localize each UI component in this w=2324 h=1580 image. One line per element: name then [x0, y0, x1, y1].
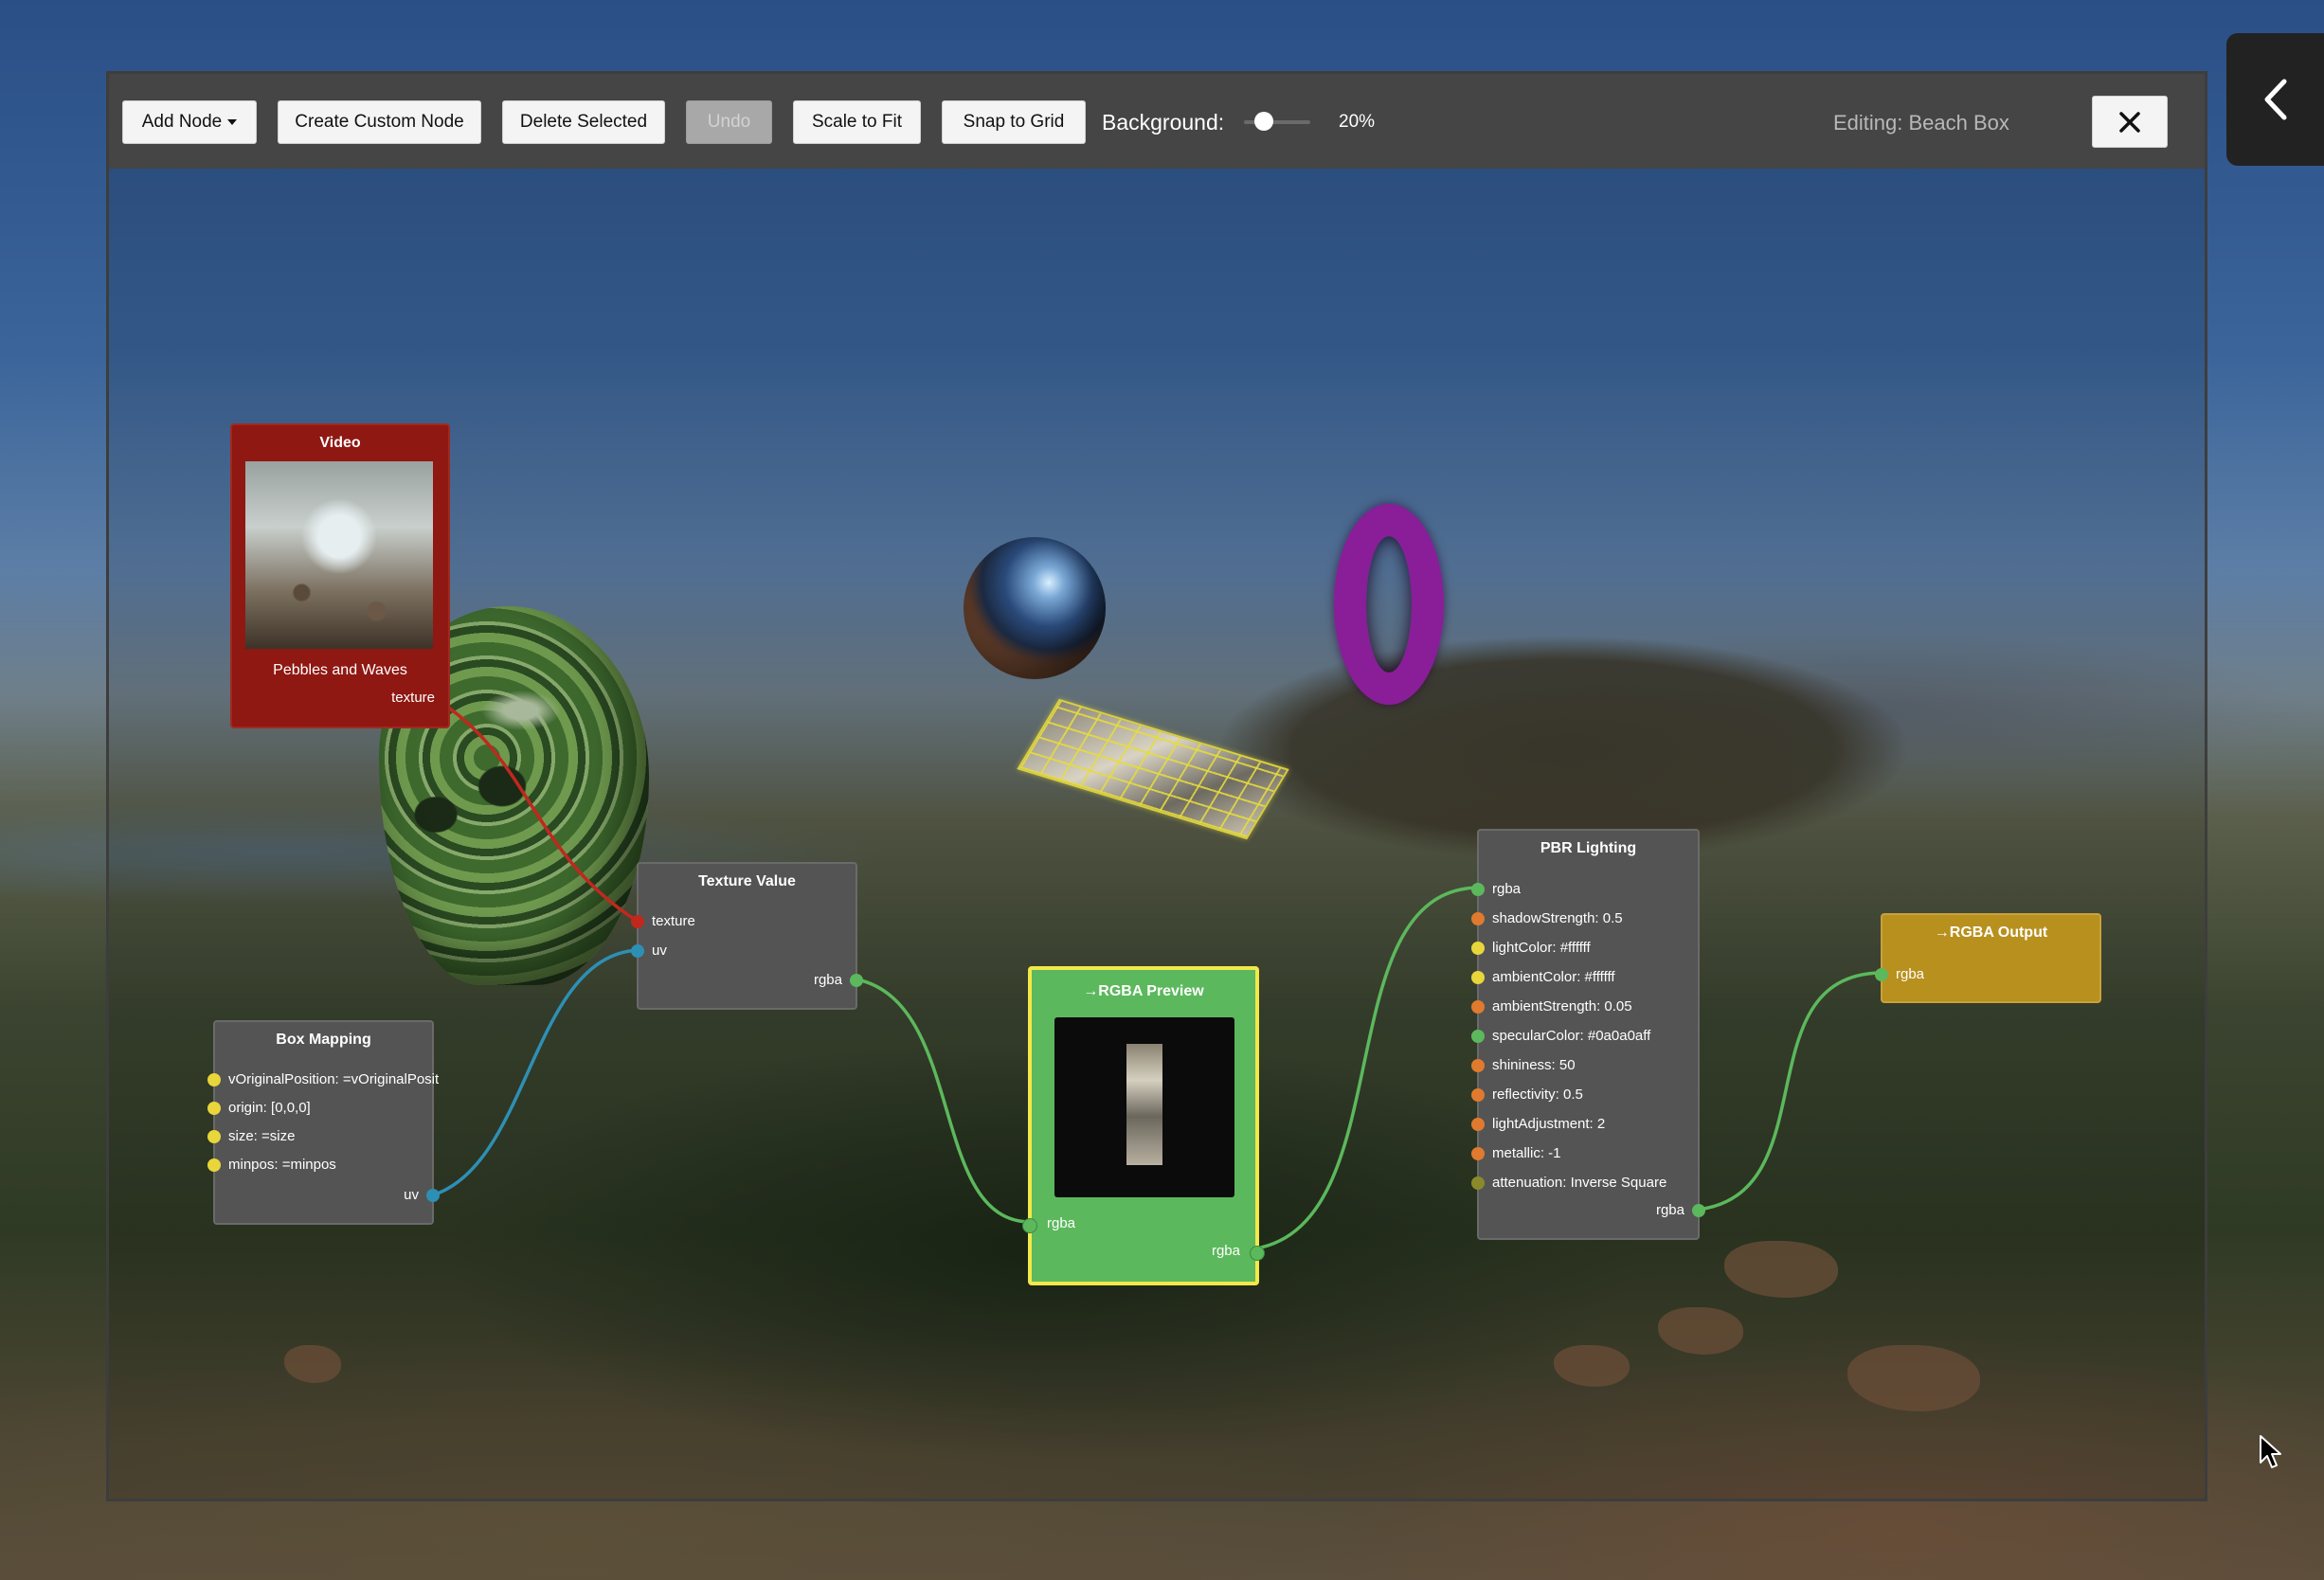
port-label: metallic: -1	[1492, 1145, 1561, 1161]
box-mapping-node[interactable]: Box Mapping vOriginalPosition: =vOrigina…	[207, 1020, 440, 1225]
input-port[interactable]	[207, 1158, 221, 1172]
node-title: Texture Value	[698, 873, 796, 889]
output-port[interactable]	[850, 974, 863, 987]
rgba-output-node[interactable]: →RGBA Output rgba	[1875, 913, 2101, 1003]
node-title: →RGBA Output	[1934, 925, 2048, 941]
pbr-lighting-node[interactable]: PBR Lighting rgba shadowStrength: 0.5 li…	[1471, 829, 1705, 1240]
preview-image	[1126, 1044, 1162, 1165]
input-port[interactable]	[207, 1073, 221, 1086]
port-label: texture	[391, 690, 435, 706]
port-label: minpos: =minpos	[228, 1157, 336, 1173]
input-port[interactable]	[1471, 1000, 1485, 1014]
input-port[interactable]	[1471, 1118, 1485, 1131]
scale-to-fit-button[interactable]: Scale to Fit	[793, 100, 921, 144]
port-label: shininess: 50	[1492, 1057, 1576, 1073]
close-icon	[2119, 111, 2140, 133]
port-label: rgba	[1492, 881, 1522, 897]
input-port[interactable]	[207, 1102, 221, 1115]
video-caption: Pebbles and Waves	[273, 662, 407, 678]
input-port[interactable]	[1022, 1218, 1037, 1233]
output-port[interactable]	[1692, 1204, 1705, 1217]
port-label: attenuation: Inverse Square	[1492, 1175, 1667, 1191]
input-port[interactable]	[1875, 968, 1888, 981]
create-custom-node-button[interactable]: Create Custom Node	[278, 100, 481, 144]
port-label: specularColor: #0a0a0aff	[1492, 1028, 1651, 1044]
toolbar: Add Node Create Custom Node Delete Selec…	[109, 74, 2205, 169]
input-port[interactable]	[207, 1130, 221, 1143]
node-title: Video	[319, 435, 361, 451]
input-port[interactable]	[1471, 1176, 1485, 1190]
input-port[interactable]	[1471, 1059, 1485, 1072]
port-label: texture	[652, 913, 695, 929]
port-label: size: =size	[228, 1128, 296, 1144]
node-title: Box Mapping	[276, 1032, 371, 1048]
port-label: uv	[652, 943, 667, 959]
background-slider-thumb[interactable]	[1254, 112, 1273, 131]
input-port[interactable]	[631, 915, 644, 928]
torus-3d-object[interactable]	[1334, 504, 1444, 705]
background-label: Background:	[1102, 110, 1225, 135]
editing-title: Editing: Beach Box	[1833, 111, 2009, 135]
output-port[interactable]	[426, 1189, 440, 1202]
port-label: ambientStrength: 0.05	[1492, 998, 1632, 1014]
output-port[interactable]	[1250, 1246, 1265, 1261]
node-title: PBR Lighting	[1540, 840, 1637, 856]
port-label: origin: [0,0,0]	[228, 1100, 311, 1116]
input-port[interactable]	[1471, 883, 1485, 896]
texture-value-node[interactable]: Texture Value texture uv rgba	[631, 862, 863, 1010]
sphere-3d-object[interactable]	[964, 537, 1106, 679]
close-button[interactable]	[2092, 96, 2168, 148]
undo-button[interactable]: Undo	[686, 100, 772, 144]
port-label: uv	[404, 1187, 419, 1203]
background-value: 20%	[1339, 112, 1376, 132]
snap-to-grid-button[interactable]: Snap to Grid	[942, 100, 1086, 144]
port-label: vOriginalPosition: =vOriginalPosit	[228, 1071, 440, 1087]
preview-canvas	[1054, 1017, 1234, 1197]
input-port[interactable]	[1471, 1088, 1485, 1102]
add-node-button[interactable]: Add Node	[122, 100, 257, 144]
input-port[interactable]	[631, 944, 644, 958]
port-label: rgba	[1047, 1215, 1076, 1231]
port-label: shadowStrength: 0.5	[1492, 910, 1623, 926]
input-port[interactable]	[1471, 942, 1485, 955]
port-label: rgba	[1655, 1202, 1684, 1218]
input-port[interactable]	[1471, 912, 1485, 925]
port-label: lightAdjustment: 2	[1492, 1116, 1606, 1132]
delete-selected-button[interactable]: Delete Selected	[502, 100, 665, 144]
port-label: lightColor: #ffffff	[1492, 940, 1591, 956]
node-title: →RGBA Preview	[1083, 983, 1204, 999]
port-label: reflectivity: 0.5	[1492, 1086, 1583, 1103]
add-node-label: Add Node	[141, 112, 223, 132]
rgba-preview-node[interactable]: →RGBA Preview rgba rgba	[1022, 966, 1265, 1285]
video-thumbnail	[245, 461, 433, 649]
port-label: rgba	[813, 972, 842, 988]
collapse-panel-button[interactable]	[2226, 33, 2324, 166]
port-label: ambientColor: #ffffff	[1492, 969, 1615, 985]
port-label: rgba	[1211, 1243, 1240, 1259]
input-port[interactable]	[1471, 971, 1485, 984]
input-port[interactable]	[1471, 1147, 1485, 1160]
port-label: rgba	[1896, 966, 1925, 982]
chevron-left-icon	[2264, 79, 2286, 120]
mouse-cursor-icon	[2260, 1435, 2281, 1468]
input-port[interactable]	[1471, 1030, 1485, 1043]
caret-down-icon	[227, 119, 238, 125]
video-node[interactable]: Video Pebbles and Waves texture	[230, 423, 450, 728]
